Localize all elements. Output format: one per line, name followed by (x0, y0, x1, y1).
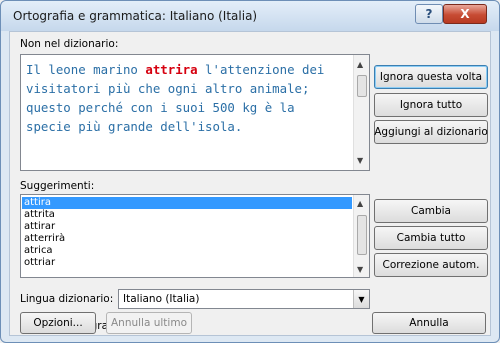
dictionary-language-value: Italiano (Italia) (123, 293, 200, 305)
options-button[interactable]: Opzioni... (20, 312, 96, 334)
suggestion-item[interactable]: attirar (22, 221, 352, 233)
suggestions-list[interactable]: attira attrita attirar atterrirà atrica … (20, 194, 370, 278)
scroll-thumb[interactable] (357, 75, 367, 97)
close-button[interactable]: X (443, 4, 487, 24)
ignore-once-button[interactable]: Ignora questa volta (374, 65, 488, 89)
suggestion-item[interactable]: attira (22, 197, 352, 209)
autocorrect-button[interactable]: Correzione autom. (374, 253, 488, 277)
cancel-button[interactable]: Annulla (372, 312, 486, 334)
change-all-button[interactable]: Cambia tutto (374, 226, 488, 250)
suggestion-item[interactable]: attrita (22, 209, 352, 221)
dictionary-language-select[interactable]: Italiano (Italia) ▼ (118, 289, 370, 309)
spelling-grammar-dialog: Ortografia e grammatica: Italiano (Itali… (0, 0, 500, 343)
scroll-up-icon[interactable]: ▲ (357, 60, 363, 69)
scroll-down-icon[interactable]: ▼ (357, 265, 363, 274)
sentence-text: Il leone marino attrira l'attenzione dei… (26, 60, 344, 136)
scroll-down-icon[interactable]: ▼ (357, 156, 363, 165)
add-to-dictionary-button[interactable]: Aggiungi al dizionario (374, 120, 488, 144)
window-title: Ortografia e grammatica: Italiano (Itali… (13, 9, 258, 23)
help-icon: ? (425, 7, 433, 21)
misspelled-word: attrira (145, 62, 198, 77)
help-button[interactable]: ? (415, 4, 443, 24)
ignore-all-button[interactable]: Ignora tutto (374, 93, 488, 117)
sentence-scrollbar[interactable]: ▲ ▼ (353, 55, 369, 170)
suggestions-label: Suggerimenti: (20, 180, 95, 192)
suggestion-item[interactable]: atterrirà (22, 233, 352, 245)
sentence-textbox[interactable]: Il leone marino attrira l'attenzione dei… (20, 54, 370, 171)
scroll-up-icon[interactable]: ▲ (357, 199, 363, 208)
suggestion-item[interactable]: atrica (22, 245, 352, 257)
undo-last-button[interactable]: Annulla ultimo (106, 312, 192, 334)
dictionary-language-label: Lingua dizionario: (20, 293, 114, 305)
suggestions-scrollbar[interactable]: ▲ ▼ (353, 195, 369, 277)
suggestion-item[interactable]: ottriar (22, 257, 352, 269)
title-bar: Ortografia e grammatica: Italiano (Itali… (1, 1, 499, 31)
scroll-thumb[interactable] (357, 215, 367, 255)
not-in-dictionary-label: Non nel dizionario: (20, 38, 119, 50)
chevron-down-icon[interactable]: ▼ (353, 290, 369, 308)
dialog-body: Non nel dizionario: Il leone marino attr… (9, 31, 491, 336)
change-button[interactable]: Cambia (374, 199, 488, 223)
sentence-before: Il leone marino (26, 62, 146, 77)
close-icon: X (460, 7, 470, 21)
